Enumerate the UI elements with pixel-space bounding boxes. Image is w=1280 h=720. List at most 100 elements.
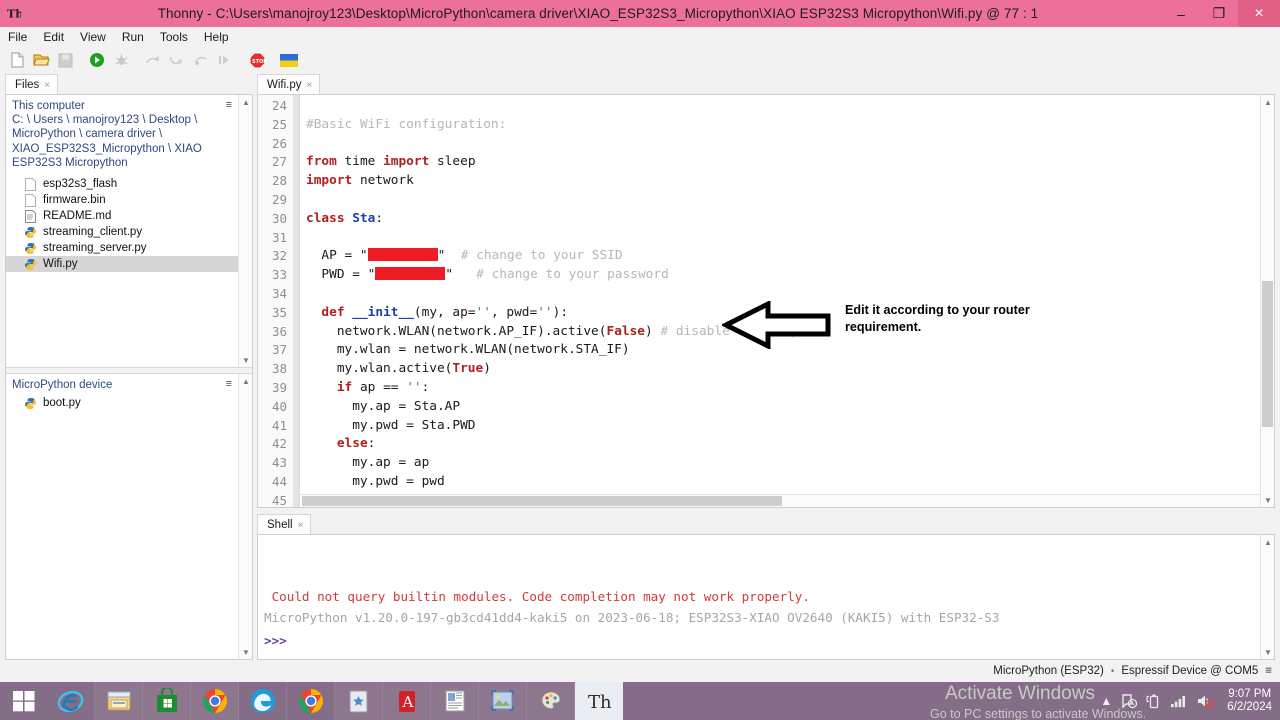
menu-tools[interactable]: Tools — [152, 28, 196, 46]
pane-splitter[interactable] — [6, 367, 252, 374]
tab-files[interactable]: Files × — [5, 74, 59, 95]
close-icon[interactable]: × — [44, 80, 50, 91]
line-number: 31 — [271, 229, 287, 245]
list-item[interactable]: streaming_server.py — [6, 240, 252, 256]
v-scroll-thumb[interactable] — [1262, 281, 1273, 427]
scroll-up-arrow-icon[interactable]: ▲ — [239, 374, 253, 388]
micropython-device-label: MicroPython device — [12, 379, 113, 391]
adobe-acrobat-icon[interactable]: A — [383, 682, 431, 720]
line-number: 27 — [271, 154, 287, 170]
scroll-down-arrow-icon[interactable]: ▼ — [1261, 493, 1274, 507]
photos-icon[interactable] — [479, 682, 527, 720]
list-item[interactable]: esp32s3_flash — [6, 176, 252, 192]
taskbar-clock[interactable]: 9:07 PM 6/2/2024 — [1223, 688, 1272, 714]
document-viewer-icon[interactable] — [431, 682, 479, 720]
file-list: esp32s3_flash firmware.bin README.md str… — [6, 176, 252, 273]
chrome-window-icon[interactable] — [287, 682, 335, 720]
close-button[interactable]: × — [1238, 0, 1280, 27]
tab-shell[interactable]: Shell × — [257, 514, 312, 535]
code-line: my.ap = Sta.AP — [306, 399, 460, 414]
menu-file[interactable]: File — [0, 28, 35, 46]
line-number: 40 — [271, 398, 287, 414]
code-token: Sta — [352, 210, 376, 226]
list-item[interactable]: boot.py — [6, 395, 252, 411]
run-icon[interactable] — [86, 50, 108, 70]
code-token: ): — [552, 304, 569, 320]
scroll-up-arrow-icon[interactable]: ▲ — [1261, 95, 1274, 109]
show-hidden-icons-chevron[interactable]: ▲ — [1100, 694, 1112, 708]
paint-icon[interactable] — [527, 682, 575, 720]
new-file-icon[interactable] — [6, 50, 28, 70]
scroll-down-arrow-icon[interactable]: ▼ — [1261, 645, 1274, 659]
scroll-down-arrow-icon[interactable]: ▼ — [239, 353, 252, 367]
tab-wifi-py[interactable]: Wifi.py × — [257, 74, 321, 95]
scroll-down-arrow-icon[interactable]: ▼ — [239, 645, 253, 659]
code-token: False — [606, 323, 646, 339]
list-item[interactable]: firmware.bin — [6, 192, 252, 208]
status-interpreter[interactable]: MicroPython (ESP32) — [993, 665, 1104, 677]
list-item-label: README.md — [43, 210, 112, 223]
file-explorer-icon[interactable] — [95, 682, 143, 720]
debug-icon — [110, 50, 132, 70]
scroll-up-arrow-icon[interactable]: ▲ — [1261, 535, 1274, 549]
list-item-selected[interactable]: Wifi.py — [6, 256, 252, 273]
shell-console[interactable]: Could not query builtin modules. Code co… — [257, 534, 1275, 660]
this-computer-label: This computer — [12, 100, 85, 112]
line-number: 43 — [271, 455, 287, 471]
breadcrumb[interactable]: C: \ Users \ manojroy123 \ Desktop \ Mic… — [6, 113, 252, 170]
microsoft-edge-icon[interactable] — [239, 682, 287, 720]
windows-store-icon[interactable] — [143, 682, 191, 720]
shell-tabstrip: Shell × — [257, 513, 1275, 535]
editor-vertical-scrollbar[interactable]: ▲ ▼ — [1260, 95, 1274, 507]
close-icon[interactable]: × — [298, 520, 304, 531]
line-number-gutter: 24 25 26 27 28 29 30 31 32 33 34 35 36 37 38 39 40 41 42 43… — [258, 95, 300, 507]
volume-muted-icon[interactable] — [1196, 693, 1215, 709]
maximize-button[interactable]: ❐ — [1200, 0, 1238, 27]
thonny-icon: Th — [0, 0, 26, 27]
device-vertical-scrollbar[interactable]: ▲ ▼ — [238, 374, 252, 659]
shell-line-warning: Could not query builtin modules. Code co… — [264, 589, 810, 604]
shell-line-banner: MicroPython v1.20.0-197-gb3cd41dd4-kaki5… — [264, 610, 1000, 625]
sticker-app-icon[interactable] — [335, 682, 383, 720]
status-menu-icon[interactable]: ≡ — [1265, 665, 1272, 677]
close-icon[interactable]: × — [307, 80, 313, 91]
editor-pane: Wifi.py × 24 25 26 27 28 29 30 31 32 33 34 35 36 37 38… — [257, 73, 1275, 508]
ukraine-flag-icon[interactable] — [278, 50, 300, 70]
python-file-icon — [24, 241, 37, 255]
list-item[interactable]: README.md — [6, 208, 252, 224]
shell-vertical-scrollbar[interactable]: ▲ ▼ — [1260, 535, 1274, 659]
code-token: True — [452, 361, 484, 377]
menu-view[interactable]: View — [72, 28, 114, 46]
minimize-button[interactable]: – — [1162, 0, 1200, 27]
windows-start-icon[interactable] — [0, 682, 47, 720]
menu-edit[interactable]: Edit — [35, 28, 72, 46]
status-device[interactable]: Espressif Device @ COM5 — [1121, 665, 1258, 677]
save-file-icon — [54, 50, 76, 70]
editor-horizontal-scrollbar[interactable] — [300, 494, 1260, 507]
open-file-icon[interactable] — [30, 50, 52, 70]
menu-help[interactable]: Help — [196, 28, 237, 46]
code-token: " — [437, 248, 461, 264]
list-item[interactable]: streaming_client.py — [6, 224, 252, 240]
svg-text:A: A — [401, 693, 413, 711]
shell-prompt[interactable]: >>> — [264, 633, 287, 648]
menu-run[interactable]: Run — [114, 28, 152, 46]
line-number: 37 — [271, 342, 287, 358]
network-signal-icon[interactable] — [1170, 694, 1187, 708]
code-token: my.pwd = Sta.PWD — [306, 417, 476, 433]
line-number: 41 — [271, 417, 287, 433]
battery-icon[interactable] — [1146, 693, 1161, 709]
stop-icon[interactable]: STOP — [246, 50, 268, 70]
code-token: my.ap = Sta.AP — [306, 398, 461, 414]
code-line: my.pwd = pwd — [306, 474, 444, 489]
files-vertical-scrollbar[interactable]: ▲ ▼ — [238, 95, 252, 367]
thonny-icon[interactable]: Th — [575, 682, 623, 720]
internet-explorer-icon[interactable] — [47, 682, 95, 720]
line-number: 25 — [271, 116, 287, 132]
google-chrome-icon[interactable] — [191, 682, 239, 720]
scroll-up-arrow-icon[interactable]: ▲ — [239, 95, 252, 109]
line-number: 28 — [271, 173, 287, 189]
h-scroll-thumb[interactable] — [302, 496, 782, 506]
files-tabstrip: Files × — [5, 73, 253, 95]
